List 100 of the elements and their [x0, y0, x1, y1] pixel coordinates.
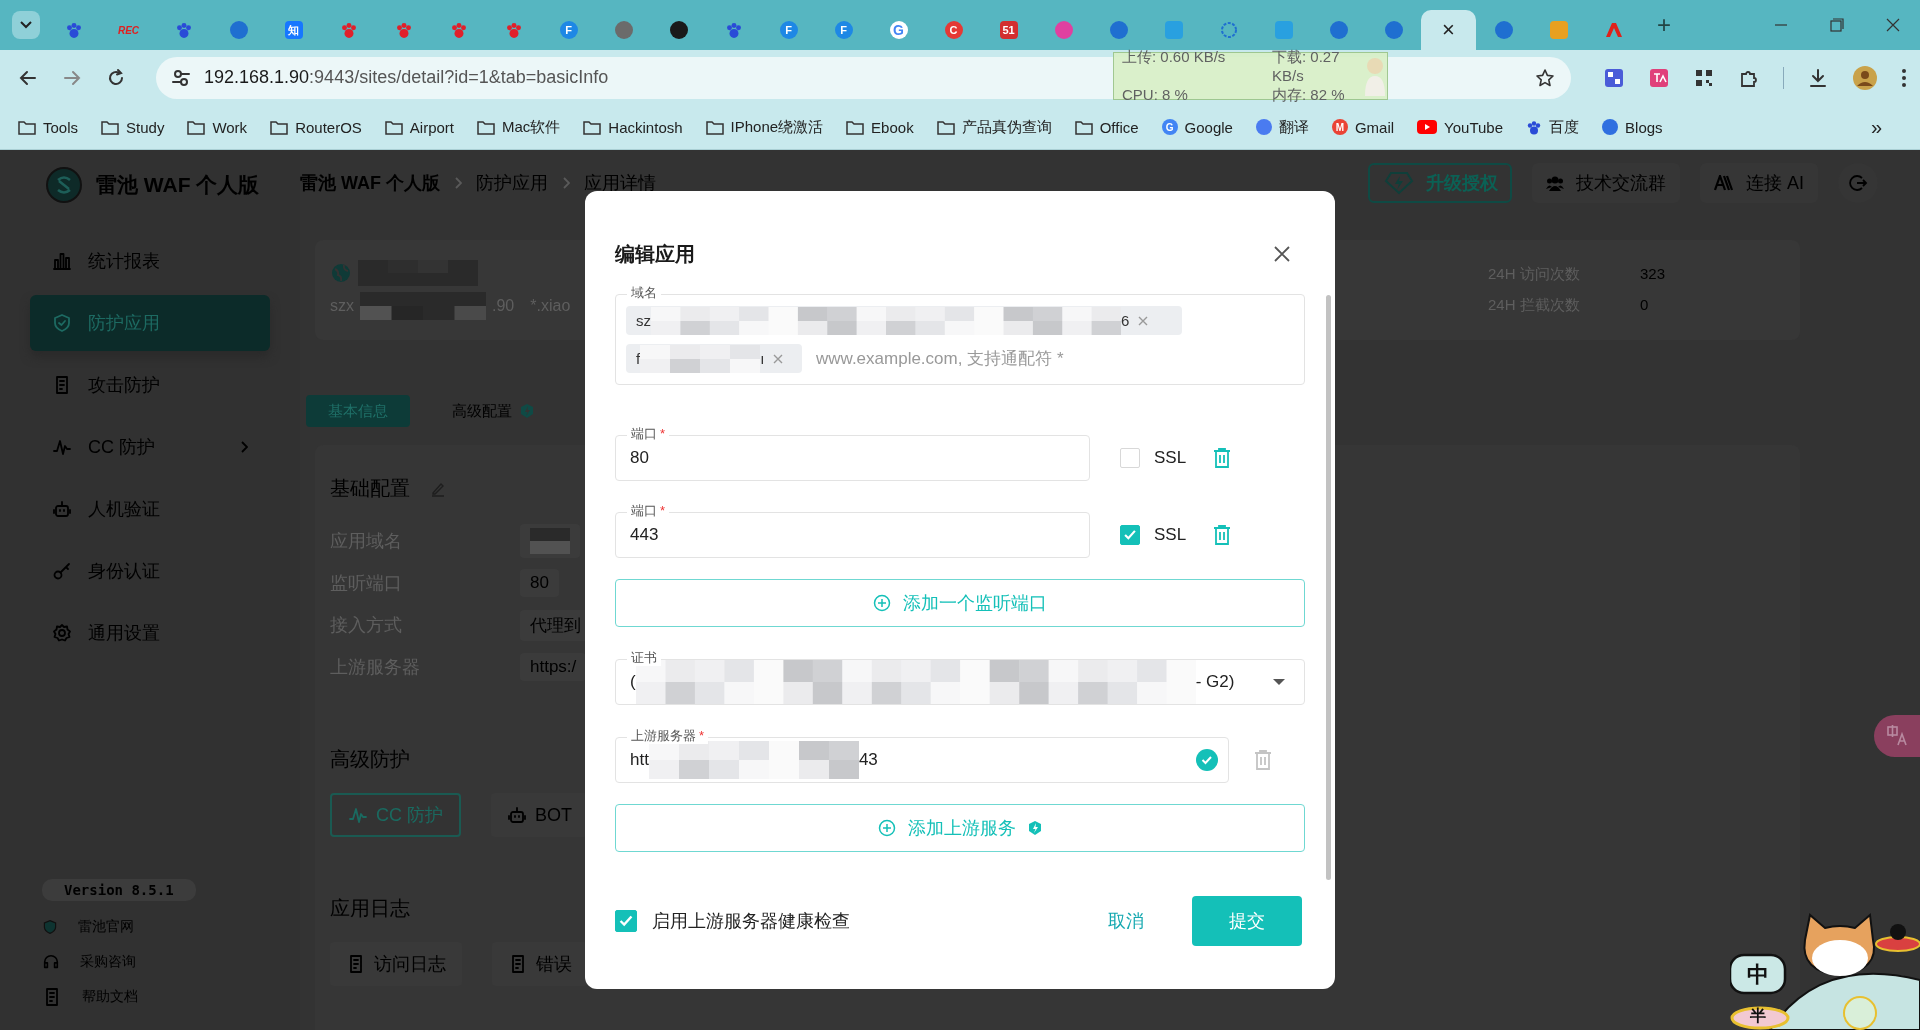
cancel-button[interactable]: 取消 — [1108, 909, 1144, 933]
browser-tab[interactable]: C — [926, 10, 981, 50]
chevron-right-icon — [454, 177, 462, 189]
translate-extension-icon[interactable] — [1648, 66, 1670, 89]
robot-icon — [52, 499, 72, 519]
bookmark-link[interactable]: Airport — [409, 118, 454, 136]
settings-icon — [52, 623, 72, 643]
field-label: 端口 * — [627, 503, 670, 519]
bookmark-link[interactable]: 百度 — [1549, 117, 1580, 137]
site-logo: REC — [117, 24, 140, 36]
bookmark-link[interactable]: Google — [1184, 118, 1233, 136]
key-icon — [52, 561, 72, 581]
folder-icon — [270, 119, 289, 135]
health-check-checkbox[interactable] — [615, 910, 637, 932]
close-icon[interactable] — [1886, 18, 1900, 32]
browser-tab[interactable]: G — [871, 10, 926, 50]
browser-tab[interactable]: F — [541, 10, 596, 50]
bookmark-link[interactable]: Mac软件 — [502, 117, 561, 137]
dialog-title: 编辑应用 — [615, 241, 695, 267]
bookmark-link[interactable]: YouTube — [1444, 118, 1504, 136]
bar-chart-icon — [52, 251, 72, 271]
pulse-icon — [348, 805, 368, 825]
browser-tab[interactable]: F — [816, 10, 871, 50]
version-label: Version 8.5.1 — [42, 879, 196, 901]
caret-icon — [20, 21, 32, 29]
browser-tab[interactable]: F — [761, 10, 816, 50]
avatar-icon[interactable] — [1852, 64, 1878, 91]
shield-icon — [52, 313, 72, 333]
plus-circle-icon — [873, 594, 891, 612]
bookmark-link[interactable]: Work — [212, 118, 248, 136]
bookmark-link[interactable]: Tools — [43, 118, 79, 136]
shield-logo-icon — [46, 166, 82, 203]
bookmark-link[interactable]: Blogs — [1625, 118, 1663, 136]
bookmark-link[interactable]: RouterOS — [295, 118, 362, 136]
pulse-icon — [52, 437, 72, 457]
bookmark-link[interactable]: IPhone绕激活 — [730, 117, 824, 137]
browser-tab[interactable]: 51 — [981, 10, 1036, 50]
close-tab-button[interactable]: × — [1442, 19, 1455, 41]
people-icon — [1546, 175, 1564, 191]
submit-button[interactable]: 提交 — [1192, 896, 1302, 946]
more-bookmarks-button[interactable]: » — [1870, 115, 1882, 139]
checkbox-label: 启用上游服务器健康检查 — [652, 910, 850, 933]
qr-extension-icon[interactable] — [1603, 66, 1625, 89]
site-logo: C — [944, 21, 963, 39]
ssl-checkbox[interactable] — [1120, 448, 1140, 468]
reload-icon[interactable] — [106, 67, 126, 88]
figure-drawing — [1362, 56, 1388, 96]
folder-icon — [18, 119, 36, 135]
ai-logo-icon — [1714, 175, 1734, 191]
bookmark-link[interactable]: Gmail — [1354, 118, 1395, 136]
new-tab-button[interactable]: + — [1657, 13, 1671, 37]
lightning-gem-icon — [1384, 171, 1414, 195]
folder-icon — [705, 119, 724, 135]
add-port-button[interactable]: 添加一个监听端口 — [615, 579, 1305, 627]
logout-icon — [1848, 173, 1868, 193]
field-label: 证书 — [627, 650, 661, 666]
trash-icon — [1253, 749, 1273, 771]
checkbox-label: SSL — [1154, 525, 1187, 545]
site-logo: 知 — [284, 21, 303, 39]
folder-icon — [384, 119, 403, 135]
folder-icon — [101, 119, 120, 135]
site-logo: F — [834, 21, 853, 39]
bookmark-link[interactable]: Hackintosh — [608, 118, 683, 136]
bookmark-link[interactable]: 产品真伪查询 — [961, 117, 1052, 137]
field-label: 域名 — [627, 285, 661, 301]
add-upstream-button[interactable]: 添加上游服务 — [615, 804, 1305, 852]
translate-icon — [1886, 725, 1908, 747]
menu-icon[interactable] — [1901, 67, 1907, 88]
edit-icon[interactable] — [430, 480, 446, 497]
url-text: 192.168.1.90:9443/sites/detail?id=1&tab=basicInfo — [204, 67, 609, 88]
close-icon[interactable] — [1273, 245, 1291, 263]
browser-tab[interactable]: 知 — [266, 10, 321, 50]
translate-button[interactable] — [1874, 715, 1920, 757]
tab-search-button[interactable] — [12, 11, 40, 39]
bookmark-link[interactable]: Study — [126, 118, 165, 136]
field-label: 上游服务器 * — [627, 728, 709, 744]
headset-icon — [42, 952, 60, 971]
chevron-right-icon — [562, 177, 570, 189]
nav-item[interactable]: 防护应用 — [30, 295, 270, 351]
folder-icon — [936, 119, 955, 135]
site-logo: F — [559, 21, 578, 39]
trash-icon[interactable] — [1212, 524, 1233, 546]
folder-icon — [846, 119, 865, 135]
plus-circle-icon — [878, 819, 896, 837]
browser-tab[interactable]: REC — [101, 10, 156, 50]
site-logo: M — [1331, 119, 1348, 135]
ssl-checkbox[interactable] — [1120, 525, 1140, 545]
site-logo: 51 — [999, 21, 1018, 39]
caret-down-icon[interactable] — [1272, 678, 1286, 686]
trash-icon[interactable] — [1212, 447, 1233, 469]
bookmark-link[interactable]: 翻译 — [1278, 117, 1309, 137]
field-value: 80 — [520, 569, 559, 597]
star-icon[interactable] — [1535, 67, 1555, 88]
restore-icon[interactable] — [1830, 18, 1844, 32]
bookmark-link[interactable]: Office — [1099, 118, 1139, 136]
download-icon[interactable] — [1807, 66, 1829, 89]
bookmark-link[interactable]: Ebook — [871, 118, 914, 136]
domain-tag: f ı — [626, 344, 802, 373]
browser-tab[interactable]: × — [1421, 10, 1476, 50]
domain-tag: sz 6 — [626, 306, 1182, 335]
